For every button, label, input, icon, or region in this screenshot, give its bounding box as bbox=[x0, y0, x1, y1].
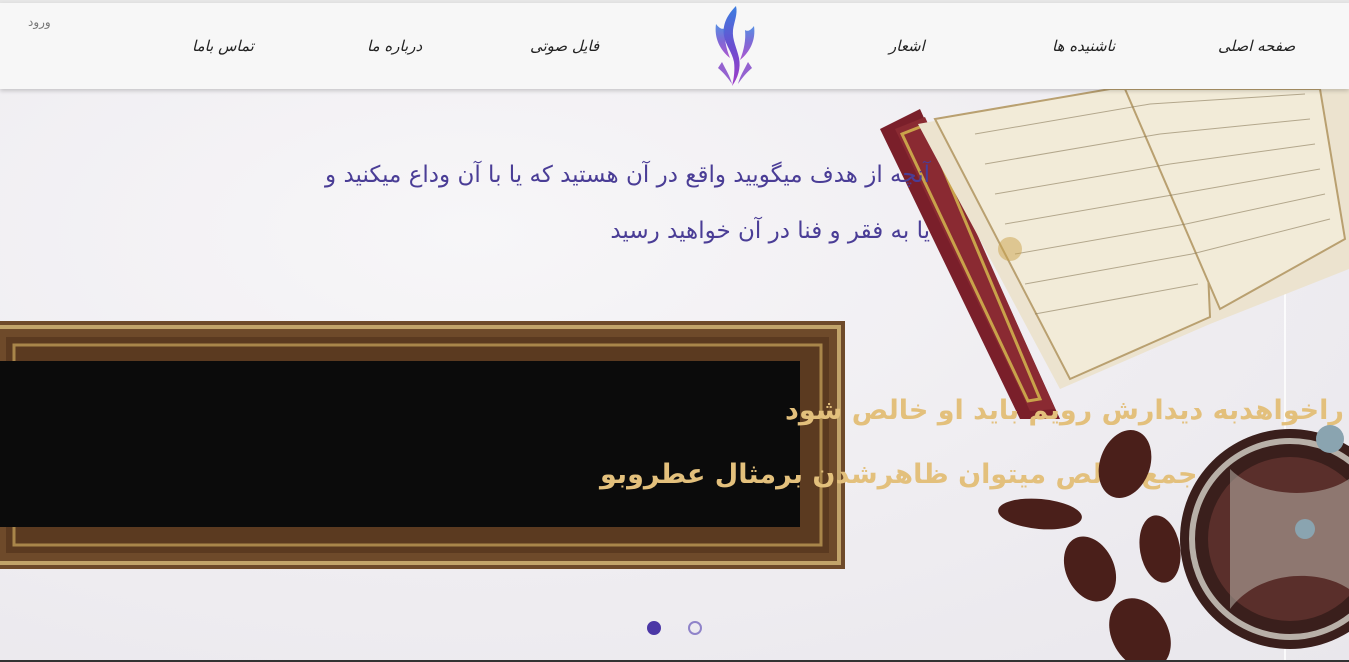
phoenix-logo-icon[interactable] bbox=[708, 4, 760, 88]
top-navbar: ورود تماس باما درباره ما فایل صوتی اشعار… bbox=[0, 3, 1349, 89]
frame-calligraphy-line-2: درمیان جمع خالص میتوان ظاهرشدن برمثال عط… bbox=[598, 459, 1297, 490]
nav-about[interactable]: درباره ما bbox=[367, 37, 422, 55]
hero-quote-line-2: یا به فقر و فنا در آن خواهید رسید bbox=[610, 218, 930, 244]
nav-contact[interactable]: تماس باما bbox=[192, 37, 254, 55]
hero-quote: آنچه از هدف میگویید واقع در آن هستید که … bbox=[200, 147, 930, 259]
frame-calligraphy-line-1: هرکه راخواهدبه دیدارش رویم باید او خالص … bbox=[785, 395, 1349, 426]
hero-slider: هرکه راخواهدبه دیدارش رویم باید او خالص … bbox=[0, 89, 1349, 662]
hero-quote-line-1: آنچه از هدف میگویید واقع در آن هستید که … bbox=[325, 162, 930, 188]
slider-dot-1[interactable] bbox=[647, 621, 661, 635]
nav-home[interactable]: صفحه اصلی bbox=[1218, 37, 1295, 55]
nav-audio-files[interactable]: فایل صوتی bbox=[530, 37, 599, 55]
login-link[interactable]: ورود bbox=[28, 15, 51, 29]
open-book-image bbox=[880, 89, 1349, 419]
slider-dot-2[interactable] bbox=[688, 621, 702, 635]
nav-unheard[interactable]: ناشنیده ها bbox=[1052, 37, 1115, 55]
nav-poems[interactable]: اشعار bbox=[889, 37, 925, 55]
